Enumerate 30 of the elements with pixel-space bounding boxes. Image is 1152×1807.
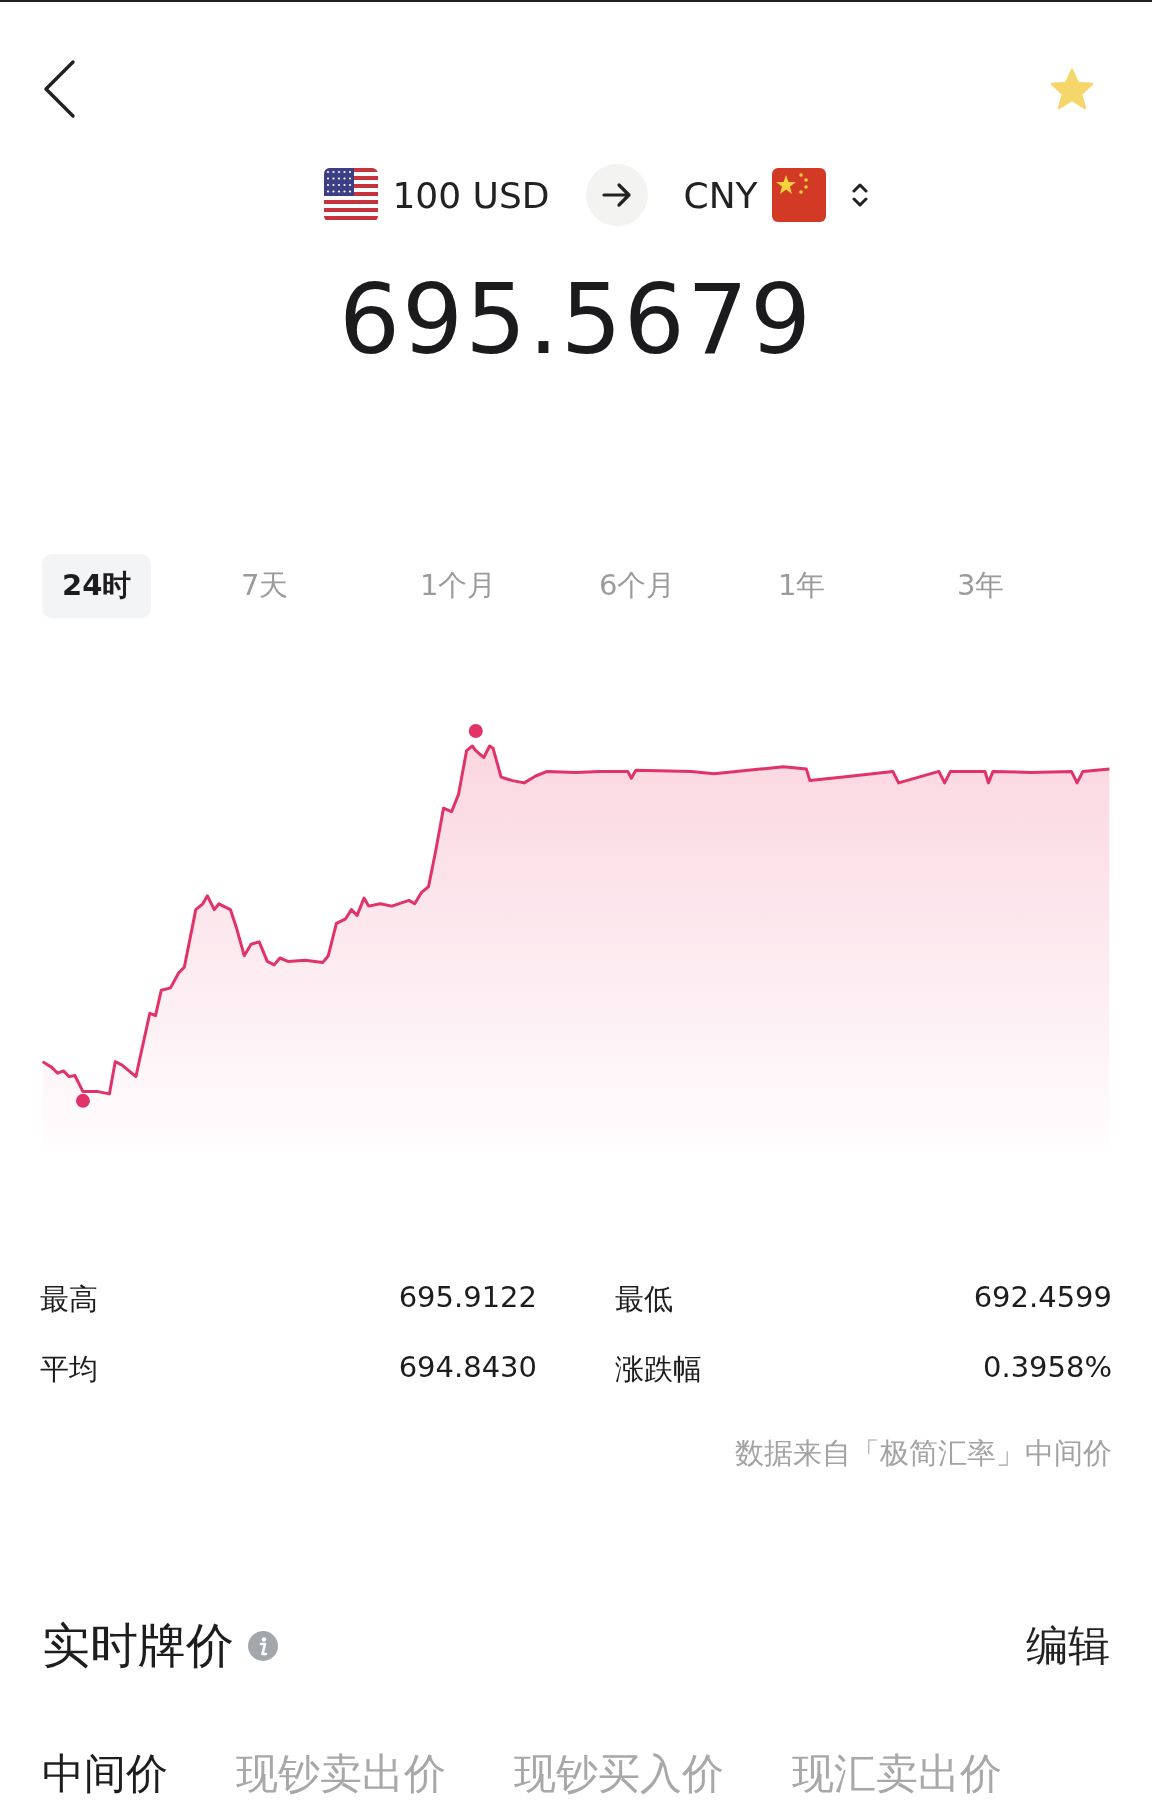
flag-icon [324, 168, 379, 222]
arrow-icon [600, 182, 633, 208]
price-type-tab[interactable]: 现钞买入价 [514, 1746, 724, 1802]
period-tab[interactable]: 7天 [221, 554, 309, 618]
period-tab[interactable]: 3年 [937, 554, 1025, 618]
stat-label: 涨跌幅 [615, 1351, 702, 1388]
edit-button[interactable]: 编辑 [1026, 1618, 1110, 1674]
stat-value: 0.3958% [982, 1350, 1112, 1386]
back-button[interactable] [42, 59, 76, 119]
price-type-tab[interactable]: 现钞卖出价 [236, 1746, 446, 1802]
stat-label: 最高 [40, 1281, 98, 1318]
data-source-note: 数据来自「极简汇率」中间价 [734, 1435, 1113, 1472]
stat-value: 692.4599 [973, 1280, 1112, 1316]
period-tab[interactable]: 24时 [42, 554, 152, 618]
star-icon[interactable] [1050, 68, 1094, 110]
price-type-tab[interactable]: 现汇卖出价 [792, 1746, 1002, 1802]
source-currency[interactable]: 100 USD [392, 174, 550, 216]
price-type-tab[interactable]: 中间价 [42, 1746, 168, 1802]
converted-amount: 695.5679 [337, 264, 815, 376]
target-currency[interactable]: CNY [683, 174, 758, 216]
period-tab[interactable]: 6个月 [579, 554, 696, 618]
period-tab[interactable]: 1年 [758, 554, 846, 618]
stat-label: 最低 [615, 1281, 673, 1318]
section-title: 实时牌价 [42, 1616, 234, 1675]
stat-value: 695.9122 [398, 1280, 537, 1316]
flag-icon [771, 168, 826, 222]
sort-icon[interactable] [851, 181, 868, 209]
stat-label: 平均 [40, 1351, 98, 1388]
period-tab[interactable]: 1个月 [400, 554, 517, 618]
stat-value: 694.8430 [398, 1350, 537, 1386]
